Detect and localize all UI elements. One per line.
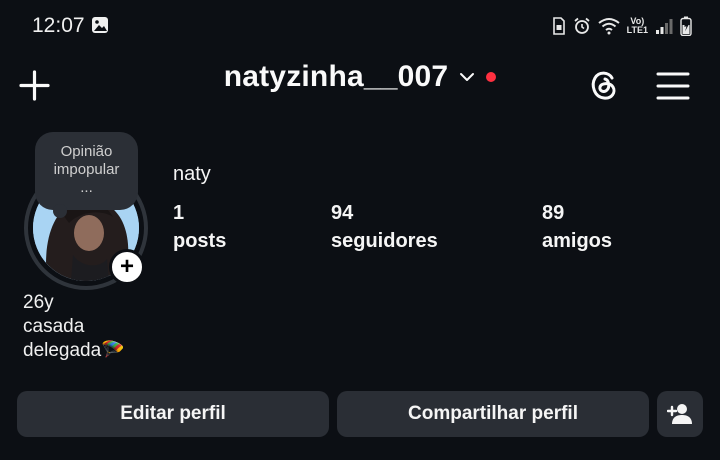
note-line: impopular [53,161,120,178]
share-profile-button[interactable]: Compartilhar perfil [337,391,649,437]
status-time: 12:07 [32,14,85,37]
threads-icon[interactable] [585,66,623,104]
wifi-icon [598,18,620,35]
bio-line: casada [23,316,85,337]
plus-icon: + [119,253,134,280]
posts-label: posts [173,230,227,252]
bio-line: 26y [23,292,54,313]
posts-stat[interactable]: 1 posts [173,199,226,255]
battery-icon [680,16,692,36]
username[interactable]: natyzinha__007 [224,60,449,94]
friends-label: amigos [542,230,613,252]
menu-icon[interactable] [656,70,690,102]
followers-label: seguidores [331,230,438,252]
note-line: ... [80,179,93,196]
volte-icon: Vo) LTE1 [626,16,648,35]
bio-line: delegada🪂 [23,340,125,361]
notification-dot [486,72,497,82]
add-story-button[interactable]: + [109,249,145,285]
sim-icon [552,17,565,35]
add-person-icon [667,404,692,424]
edit-profile-button[interactable]: Editar perfil [17,391,329,437]
display-name: naty [173,163,211,185]
posts-count: 1 [173,202,185,224]
status-icons: Vo) LTE1 [552,14,692,38]
friends-stat[interactable]: 89 amigos [542,199,612,255]
signal-icon [656,19,673,34]
friends-count: 89 [542,202,565,224]
discover-people-button[interactable] [657,391,703,437]
image-icon [92,17,108,33]
note-line: Opinião [60,143,113,160]
alarm-icon [574,17,590,34]
note-bubble[interactable]: Opinião impopular ... [35,132,138,218]
followers-count: 94 [331,202,354,224]
followers-stat[interactable]: 94 seguidores [331,199,438,255]
chevron-down-icon[interactable] [458,68,476,86]
plus-icon[interactable] [18,69,51,102]
bio: 26y casada delegada🪂 [23,291,125,363]
